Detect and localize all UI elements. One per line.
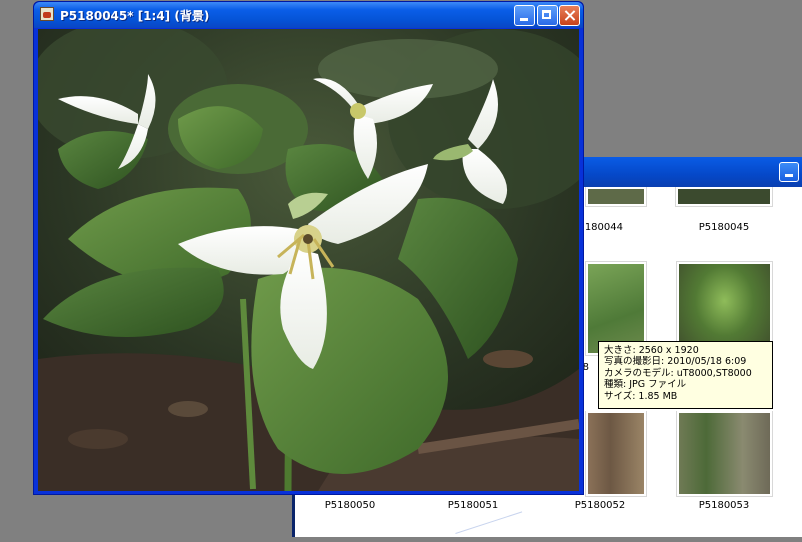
tooltip-date: 写真の撮影日: 2010/05/18 6:09: [604, 356, 747, 368]
tooltip-filesize: サイズ: 1.85 MB: [604, 390, 678, 402]
app-icon[interactable]: [40, 7, 54, 21]
trillium-photo: [38, 29, 579, 491]
thumbnail-p5180052[interactable]: [585, 411, 647, 497]
tooltip-size: 大きさ: 2560 x 1920: [604, 345, 699, 356]
close-button[interactable]: [559, 5, 580, 26]
browser-minimize-button[interactable]: [779, 162, 799, 182]
thumbnail-caption: P5180045: [698, 222, 750, 233]
thumbnail-p5180044[interactable]: [585, 187, 647, 207]
thumbnail-caption: P5180051: [447, 500, 499, 511]
window-title-bar[interactable]: P5180045* [1:4] (背景): [34, 2, 583, 28]
thumbnail-p5180053[interactable]: [676, 411, 773, 497]
thumbnail-caption: P5180053: [698, 500, 750, 511]
thumbnail-caption: P5180052: [574, 500, 626, 511]
file-info-tooltip: 大きさ: 2560 x 1920 写真の撮影日: 2010/05/18 6:09…: [598, 341, 773, 409]
window-title: P5180045* [1:4] (背景): [60, 9, 210, 23]
minimize-button[interactable]: [514, 5, 535, 26]
photo-canvas[interactable]: [38, 29, 579, 491]
tooltip-type: 種類: JPG ファイル: [604, 379, 687, 391]
tooltip-camera: カメラのモデル: uT8000,ST8000: [604, 367, 752, 379]
thumbnail-caption: P5180050: [324, 500, 376, 511]
maximize-button[interactable]: [537, 5, 558, 26]
decorative-divider: [455, 511, 525, 542]
thumbnail-p5180045[interactable]: [675, 187, 773, 207]
image-viewer-window: P5180045* [1:4] (背景): [33, 1, 584, 495]
